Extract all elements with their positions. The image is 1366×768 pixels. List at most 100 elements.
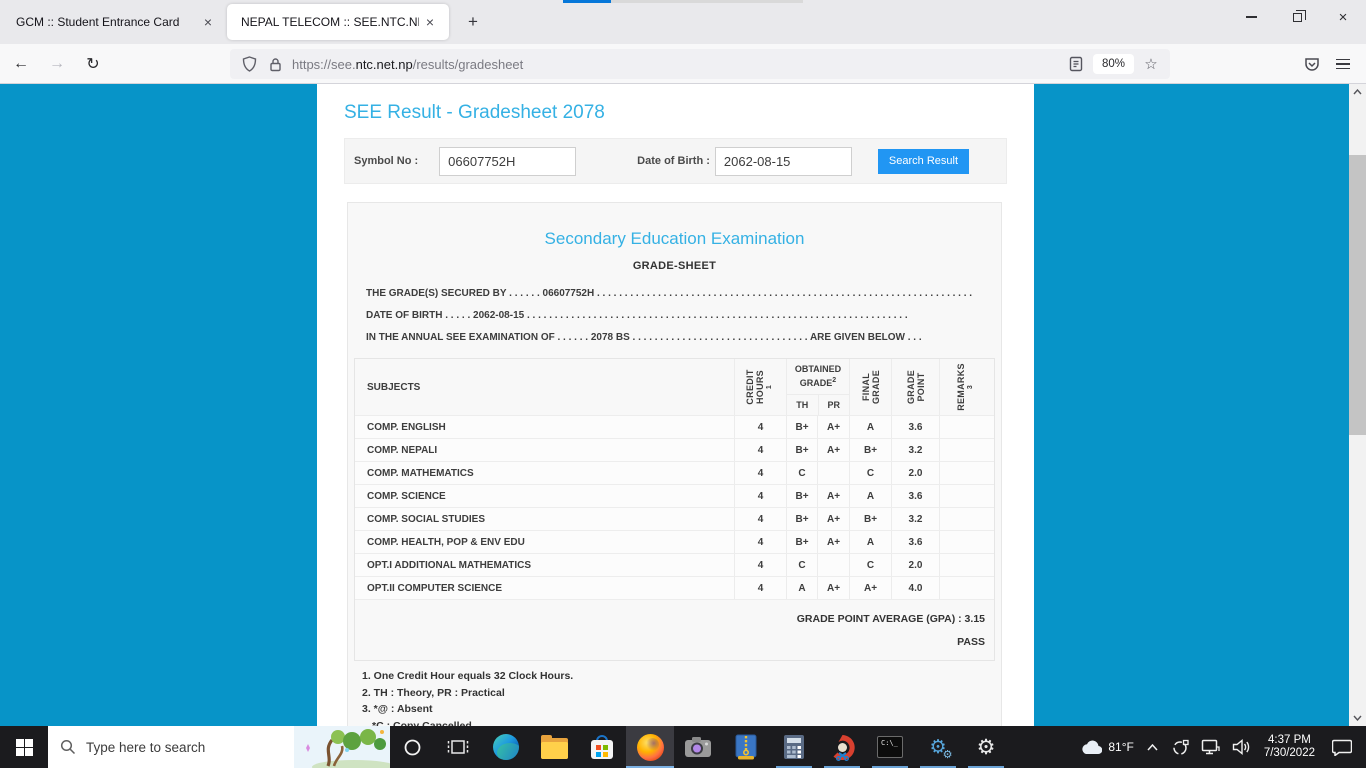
gears-icon: ⚙ [929,737,952,760]
taskbar-app-task-view[interactable] [434,726,482,768]
table-row: COMP. ENGLISH 4 B+ A+ A 3.6 [355,415,994,438]
taskbar-app-file-explorer[interactable] [530,726,578,768]
tab-close-icon[interactable]: × [419,11,441,33]
header-final-grade: FINAL GRADE [849,359,891,415]
search-input[interactable] [86,739,276,755]
taskbar-app-camera[interactable] [674,726,722,768]
volume-icon[interactable] [1226,726,1257,768]
desktop-screen: GCM :: Student Entrance Card × NEPAL TEL… [0,0,1366,768]
command-prompt-icon: C:\_ [877,736,903,758]
table-row: OPT.I ADDITIONAL MATHEMATICS 4 C C 2.0 [355,553,994,576]
header-credit-hours: CREDIT HOURS 1 [734,359,786,415]
firefox-icon [636,733,664,761]
page-scrollbar[interactable] [1349,84,1366,726]
taskbar-app-edge[interactable] [482,726,530,768]
calculator-icon [784,735,804,759]
clock-date: 7/30/2022 [1263,747,1315,759]
taskbar-app-microsoft-store[interactable] [578,726,626,768]
navbar-right-buttons [1296,49,1358,79]
tab-title: GCM :: Student Entrance Card [16,15,180,29]
gpa-summary: GRADE POINT AVERAGE (GPA) : 3.15 PASS [355,599,994,660]
url-text: https://see.ntc.net.np/results/gradeshee… [292,57,523,72]
symbol-no-label: Symbol No : [354,155,419,167]
edge-icon [493,734,519,760]
footnote: 1. One Credit Hour equals 32 Clock Hours… [362,670,574,682]
tracking-protection-shield-icon[interactable] [236,51,262,77]
footnote: *C : Copy Cancelled [372,719,472,727]
tab-nepal-telecom-active[interactable]: NEPAL TELECOM :: SEE.NTC.NET.NP × [227,4,449,40]
table-row: COMP. MATHEMATICS 4 C C 2.0 [355,461,994,484]
url-path: /results/gradesheet [412,56,524,72]
network-icon[interactable] [1195,726,1226,768]
gradesheet-subheading: GRADE-SHEET [632,260,717,272]
tab-gcm-entrance-card[interactable]: GCM :: Student Entrance Card × [0,0,227,44]
start-button[interactable] [0,726,48,768]
table-row: COMP. SOCIAL STUDIES 4 B+ A+ B+ 3.2 [355,507,994,530]
clock-time: 4:37 PM [1268,733,1311,746]
dob-label: Date of Birth : [637,155,710,167]
tray-sync-icon[interactable] [1166,726,1195,768]
winzip-icon [735,734,757,760]
taskbar-app-winzip[interactable] [722,726,770,768]
zoom-level-badge[interactable]: 80% [1092,54,1134,74]
taskbar-app-settings[interactable]: ⚙ [962,726,1010,768]
page-load-progressbar [563,0,803,3]
secured-by-line: THE GRADE(S) SECURED BY . . . . . . 0660… [366,288,973,299]
reload-button[interactable]: ↻ [78,50,108,78]
camera-icon [685,737,711,757]
file-explorer-icon [540,734,568,759]
tab-title: NEPAL TELECOM :: SEE.NTC.NET.NP [241,15,419,29]
tab-close-icon[interactable]: × [197,11,219,33]
action-center-icon [1332,739,1352,756]
scrollbar-thumb[interactable] [1349,155,1366,435]
gear-icon: ⚙ [976,734,996,759]
url-domain: ntc.net.np [355,56,413,72]
table-row: COMP. SCIENCE 4 B+ A+ A 3.6 [355,484,994,507]
restore-icon [1292,9,1306,22]
taskbar-app-screen-capture[interactable] [818,726,866,768]
task-view-icon [447,740,469,754]
url-prefix: https://see. [292,56,356,72]
pocket-icon[interactable] [1296,57,1328,72]
dob-line: DATE OF BIRTH . . . . . 2062-08-15 . . .… [366,310,908,321]
taskbar-search-box[interactable] [48,726,390,768]
bookmark-star-icon[interactable]: ☆ [1138,55,1164,73]
screen-capture-icon [833,734,855,761]
symbol-no-input[interactable] [439,146,577,176]
window-controls: × [1228,0,1366,34]
table-row: OPT.II COMPUTER SCIENCE 4 A A+ A+ 4.0 [355,576,994,599]
window-minimize-button[interactable] [1228,0,1274,34]
cortana-button[interactable] [390,726,434,768]
back-button[interactable]: ← [6,50,36,78]
lock-icon[interactable] [262,51,288,77]
forward-button[interactable]: → [42,50,72,78]
scrollbar-up-arrow[interactable] [1349,84,1366,100]
taskbar-app-firefox[interactable] [626,726,674,768]
exam-heading: Secondary Education Examination [544,229,805,248]
taskbar-app-services[interactable]: ⚙ [914,726,962,768]
exam-year-line: IN THE ANNUAL SEE EXAMINATION OF . . . .… [366,332,922,343]
grades-table-header: SUBJECTS CREDIT HOURS 1 OBTAINED GRADE2 TH … [355,359,994,415]
window-close-button[interactable]: × [1320,0,1366,34]
hidden-icons-chevron[interactable] [1139,726,1166,768]
action-center-button[interactable] [1322,726,1366,768]
footnotes: 1. One Credit Hour equals 32 Clock Hours… [362,668,987,726]
reader-mode-icon[interactable] [1063,51,1089,77]
cortana-circle-icon [404,739,420,755]
dob-input[interactable] [714,146,852,176]
scrollbar-down-arrow[interactable] [1349,710,1366,726]
search-result-button[interactable]: Search Result [877,148,969,174]
taskbar-app-calculator[interactable] [770,726,818,768]
browser-viewport: SEE Result - Gradesheet 2078 Symbol No :… [0,84,1366,726]
window-restore-button[interactable] [1274,0,1320,34]
bing-daily-art[interactable] [294,726,390,768]
browser-navbar: ← → ↻ https://see.ntc.net.np/results/gra… [0,44,1366,84]
taskbar-app-command-prompt[interactable]: C:\_ [866,726,914,768]
weather-widget[interactable]: 81°F [1075,726,1138,768]
url-bar[interactable]: https://see.ntc.net.np/results/gradeshee… [230,49,1170,79]
taskbar-clock[interactable]: 4:37 PM 7/30/2022 [1257,734,1322,761]
menu-hamburger-icon[interactable] [1328,50,1358,78]
new-tab-button[interactable]: + [458,8,488,36]
table-row: COMP. HEALTH, POP & ENV EDU 4 B+ A+ A 3.6 [355,530,994,553]
page-content: SEE Result - Gradesheet 2078 Symbol No :… [317,84,1034,726]
